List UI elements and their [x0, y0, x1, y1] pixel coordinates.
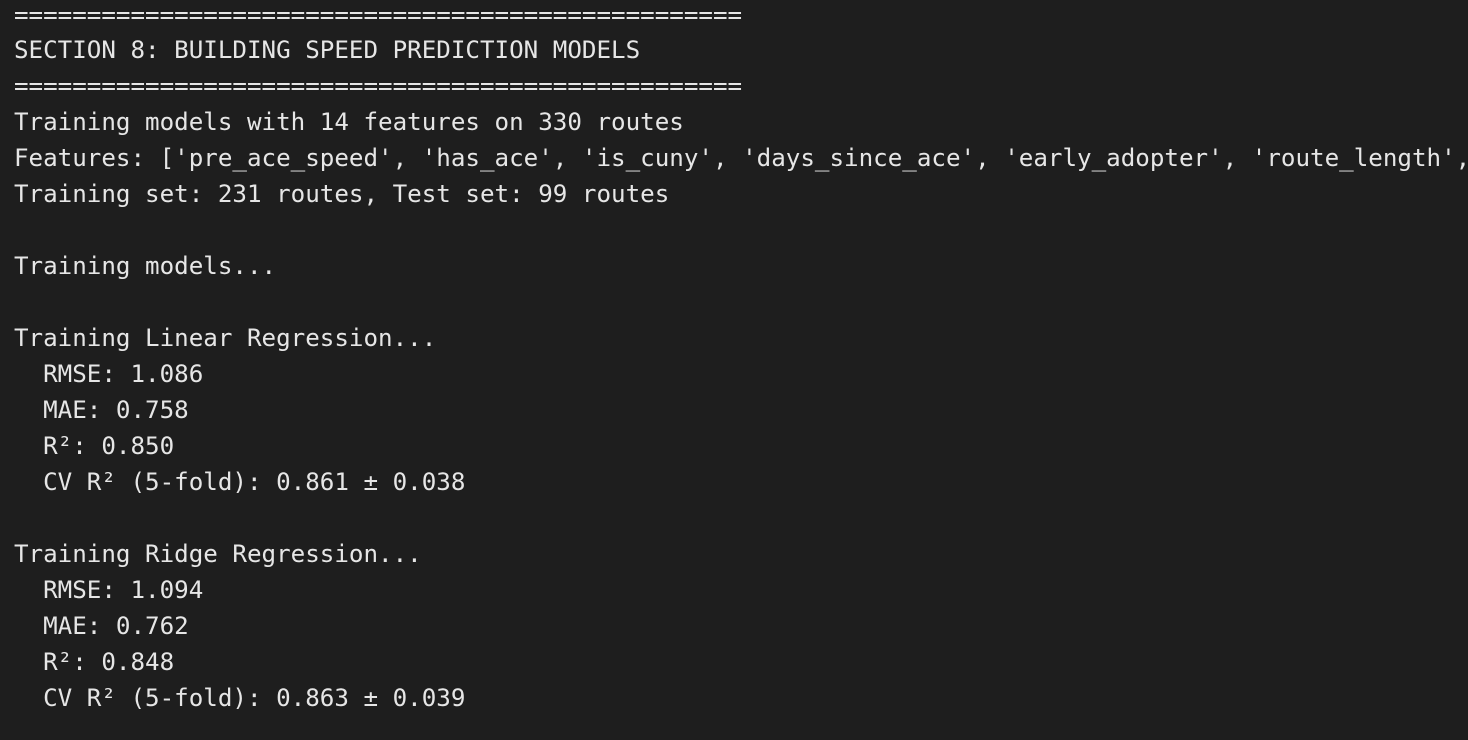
separator-line: ========================================… — [14, 72, 743, 100]
metric-cv-r2: CV R² (5-fold): 0.861 ± 0.038 — [14, 468, 466, 496]
metric-r2: R²: 0.848 — [14, 648, 175, 676]
training-summary-line: Training models with 14 features on 330 … — [14, 108, 684, 136]
model-header-ridge: Training Ridge Regression... — [14, 540, 422, 568]
metric-mae: MAE: 0.758 — [14, 396, 189, 424]
section-title: SECTION 8: BUILDING SPEED PREDICTION MOD… — [14, 36, 641, 64]
separator-line: ========================================… — [14, 1, 743, 29]
metric-r2: R²: 0.850 — [14, 432, 175, 460]
status-line: Training models... — [14, 252, 277, 280]
metric-rmse: RMSE: 1.086 — [14, 360, 204, 388]
metric-cv-r2: CV R² (5-fold): 0.863 ± 0.039 — [14, 684, 466, 712]
terminal-output[interactable]: ========================================… — [0, 0, 1468, 740]
metric-rmse: RMSE: 1.094 — [14, 576, 204, 604]
split-line: Training set: 231 routes, Test set: 99 r… — [14, 180, 670, 208]
model-header-linear: Training Linear Regression... — [14, 324, 437, 352]
metric-mae: MAE: 0.762 — [14, 612, 189, 640]
features-line: Features: ['pre_ace_speed', 'has_ace', '… — [14, 144, 1468, 172]
